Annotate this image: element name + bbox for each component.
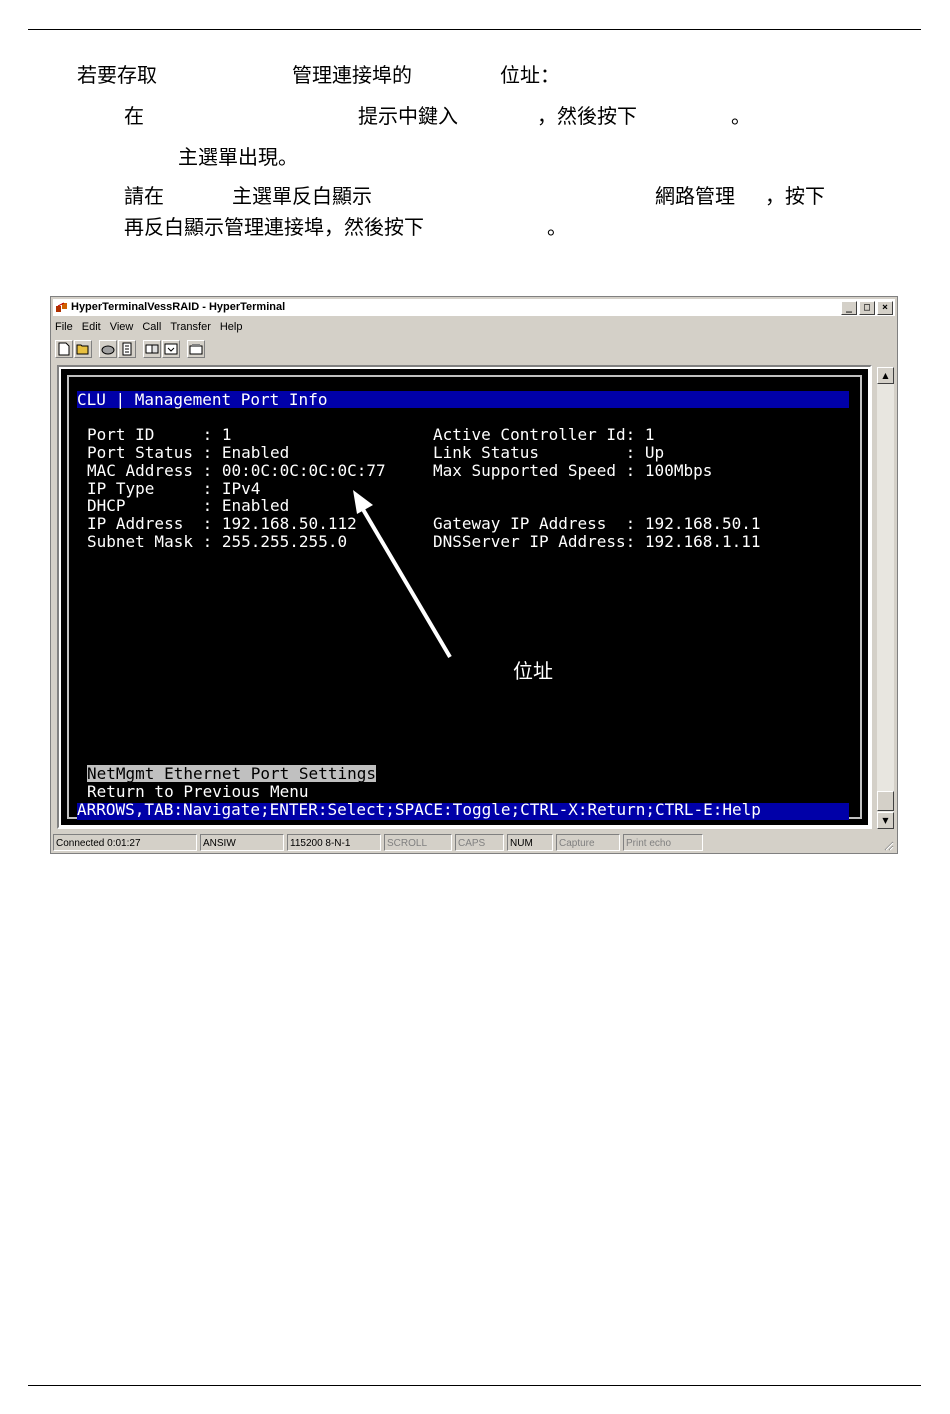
bottom-rule xyxy=(28,1385,921,1386)
callout-arrow xyxy=(353,490,452,659)
callout-label: 位址 xyxy=(513,659,553,683)
